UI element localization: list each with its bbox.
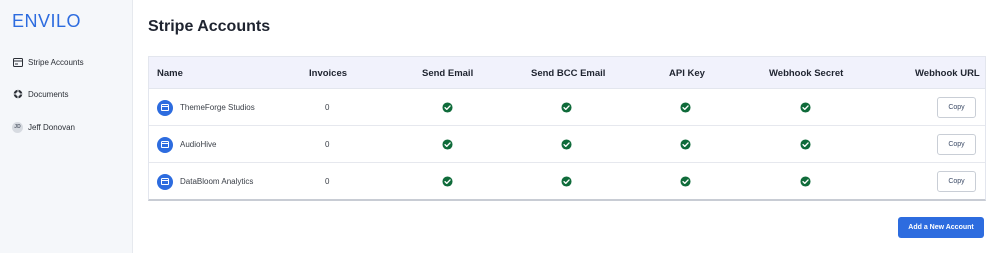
card-icon [12,57,23,68]
table-row: ThemeForge Studios 0 Copy [149,89,985,126]
table-header: Name Invoices Send Email Send BCC Email … [149,57,985,89]
send-bcc-check-icon [561,89,572,126]
accounts-table: Name Invoices Send Email Send BCC Email … [148,56,986,201]
sidebar-item-documents[interactable]: Documents [12,86,68,102]
sidebar-item-stripe-accounts[interactable]: Stripe Accounts [12,54,84,70]
account-name-cell: ThemeForge Studios [157,89,255,126]
invoices-count: 0 [325,140,330,149]
column-header-send-bcc-email: Send BCC Email [531,68,606,79]
send-bcc-check-icon [561,163,572,200]
sidebar: ENVILO Stripe Accounts Documents JD Jeff… [0,0,133,253]
account-name[interactable]: AudioHive [180,140,216,149]
copy-webhook-url-button[interactable]: Copy [937,171,976,192]
column-header-name: Name [157,68,183,79]
invoices-count: 0 [325,177,330,186]
page-title: Stripe Accounts [148,18,271,35]
api-key-check-icon [680,126,691,163]
send-email-check-icon [442,163,453,200]
webhook-secret-check-icon [800,163,811,200]
sidebar-item-label: Documents [28,89,69,99]
app-logo[interactable]: ENVILO [12,11,81,32]
sidebar-item-label: Jeff Donovan [28,122,75,132]
column-header-send-email: Send Email [422,68,474,79]
account-name[interactable]: DataBloom Analytics [180,177,253,186]
webhook-secret-check-icon [800,89,811,126]
column-header-invoices: Invoices [309,68,348,79]
globe-icon [12,89,23,100]
account-name-cell: DataBloom Analytics [157,163,253,200]
copy-webhook-url-button[interactable]: Copy [937,134,976,155]
avatar: JD [12,121,23,133]
account-icon [157,99,173,116]
add-new-account-button[interactable]: Add a New Account [898,217,984,238]
api-key-check-icon [680,163,691,200]
table-row: AudioHive 0 Copy [149,126,985,163]
sidebar-item-user[interactable]: JD Jeff Donovan [12,119,75,135]
send-bcc-check-icon [561,126,572,163]
api-key-check-icon [680,89,691,126]
webhook-secret-check-icon [800,126,811,163]
column-header-webhook-secret: Webhook Secret [769,68,844,79]
table-row: DataBloom Analytics 0 Copy [149,163,985,200]
sidebar-item-label: Stripe Accounts [28,57,84,67]
copy-webhook-url-button[interactable]: Copy [937,97,976,118]
account-icon [157,136,173,153]
account-name-cell: AudioHive [157,126,216,163]
account-icon [157,173,173,190]
column-header-api-key: API Key [669,68,705,79]
send-email-check-icon [442,126,453,163]
invoices-count: 0 [325,103,330,112]
account-name[interactable]: ThemeForge Studios [180,103,255,112]
send-email-check-icon [442,89,453,126]
column-header-webhook-url: Webhook URL [915,68,980,79]
